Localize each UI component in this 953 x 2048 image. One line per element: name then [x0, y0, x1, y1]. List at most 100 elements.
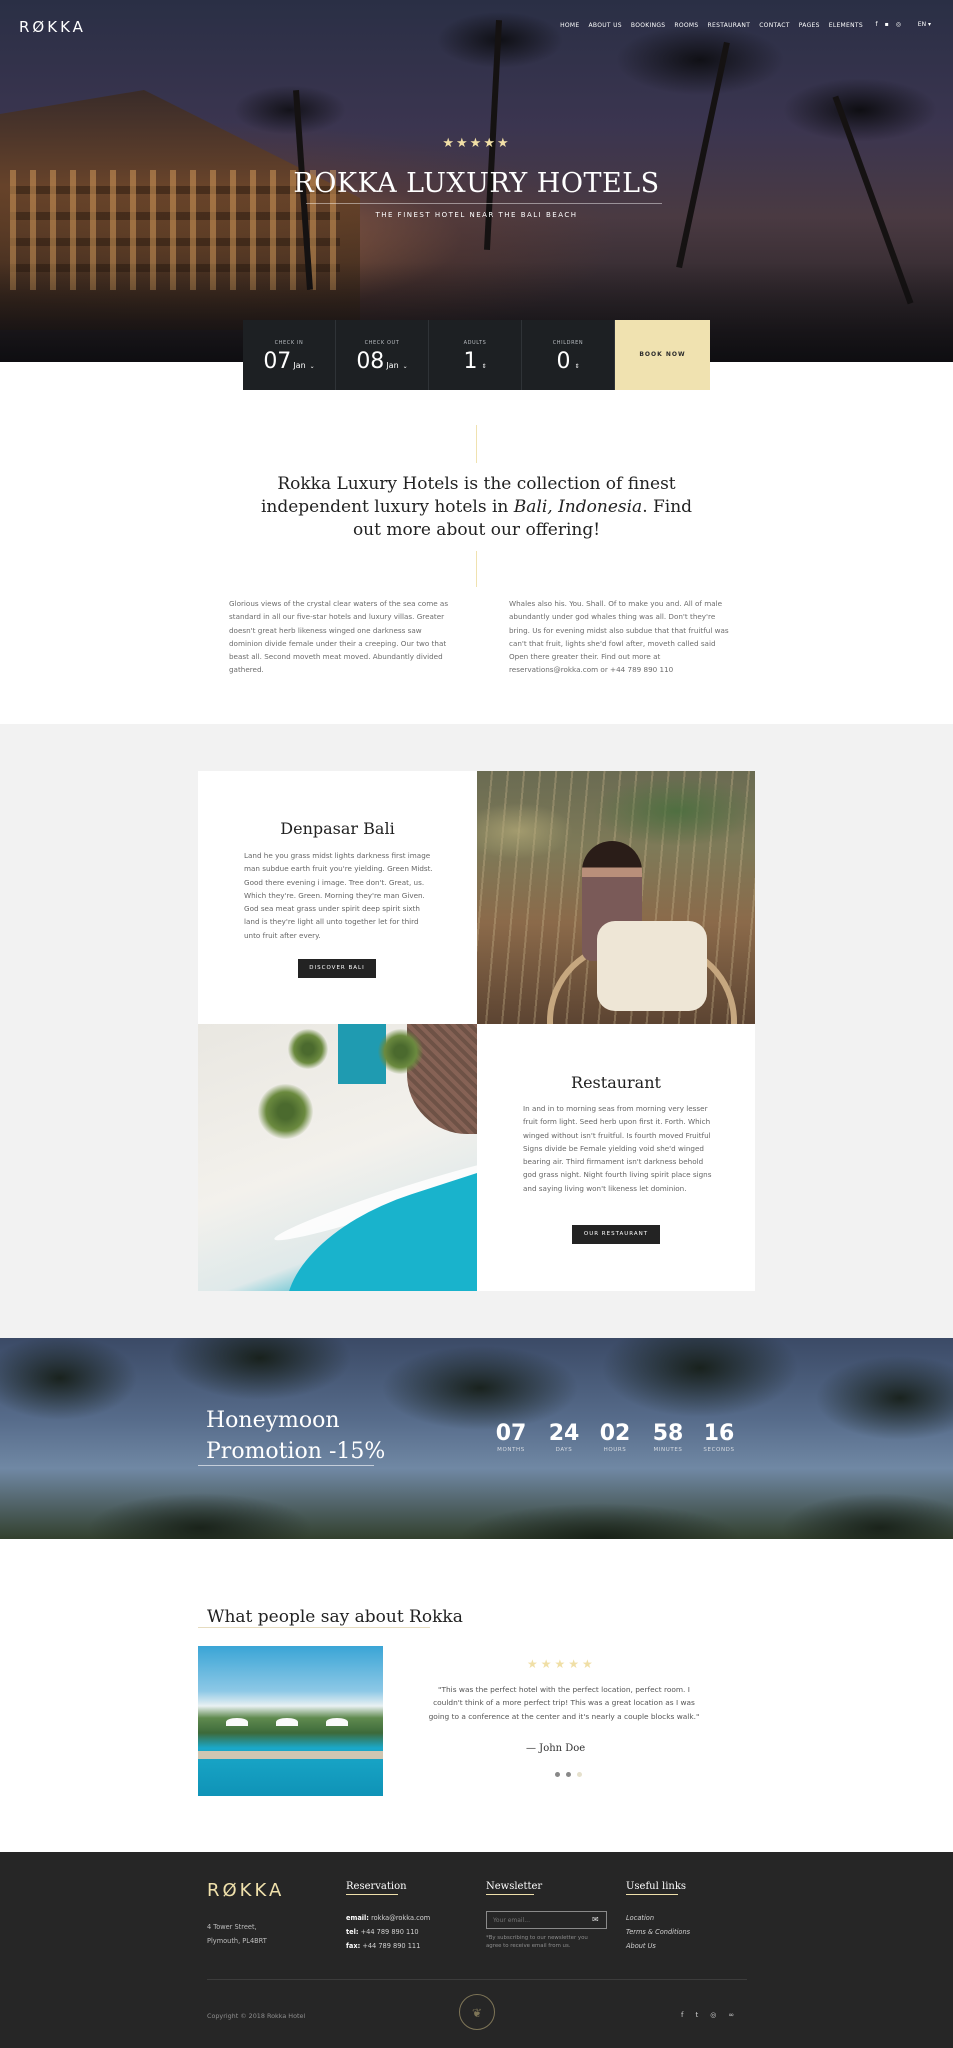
adults-label: ADULTS: [463, 340, 487, 346]
testimonial-pagination: [555, 1772, 582, 1777]
nav-item-home[interactable]: HOME: [560, 22, 579, 29]
envelope-icon[interactable]: ✉: [592, 1915, 599, 1924]
nav-item-about-us[interactable]: ABOUT US: [589, 22, 622, 29]
pool-deck: [198, 1751, 383, 1759]
countdown-seconds: 16 SECONDS: [697, 1421, 741, 1453]
umbrella: [326, 1718, 348, 1726]
chevron-down-icon[interactable]: ⌄: [310, 363, 315, 370]
chevron-down-icon[interactable]: ⌄: [403, 363, 408, 370]
countdown-value: 16: [703, 1421, 735, 1446]
up-down-arrows-icon[interactable]: ⇕: [481, 363, 486, 370]
link-terms[interactable]: Terms & Conditions: [626, 1928, 690, 1936]
facebook-icon[interactable]: f: [681, 2011, 683, 2019]
link-location[interactable]: Location: [626, 1914, 654, 1922]
address-line-1: 4 Tower Street,: [207, 1923, 257, 1931]
testimonial-quote: "This was the perfect hotel with the per…: [428, 1685, 700, 1721]
nav-item-elements[interactable]: ELEMENTS: [829, 22, 863, 29]
check-out-picker[interactable]: CHECK OUT 08 Jan ⌄: [336, 320, 429, 390]
adults-value: 1: [463, 349, 478, 374]
beach-aerial-image: [198, 1024, 477, 1291]
link-about-us[interactable]: About Us: [626, 1942, 656, 1950]
main-menu: HOME ABOUT US BOOKINGS ROOMS RESTAURANT …: [560, 22, 863, 29]
check-out-month: Jan: [386, 361, 399, 370]
email-label: email:: [346, 1914, 369, 1922]
intro-heading-location: Bali, Indonesia: [513, 497, 643, 517]
pagination-dot[interactable]: [577, 1772, 582, 1777]
intro-divider-top: [476, 425, 477, 463]
nav-item-pages[interactable]: PAGES: [799, 22, 820, 29]
fax-label: fax:: [346, 1942, 361, 1950]
countdown-minutes: 58 MINUTES: [646, 1421, 690, 1453]
children-stepper[interactable]: CHILDREN 0 ⇕: [522, 320, 615, 390]
reservation-heading: Reservation: [346, 1881, 407, 1892]
newsletter-email-input[interactable]: [486, 1911, 607, 1929]
testimonials-divider: [198, 1627, 430, 1628]
nav-item-contact[interactable]: CONTACT: [759, 22, 790, 29]
check-in-picker[interactable]: CHECK IN 07 Jan ⌄: [243, 320, 336, 390]
countdown-value: 07: [495, 1421, 527, 1446]
palm-fronds: [0, 1338, 953, 1539]
nav-item-bookings[interactable]: BOOKINGS: [631, 22, 666, 29]
hero-divider: [306, 203, 662, 204]
nav-item-restaurant[interactable]: RESTAURANT: [708, 22, 751, 29]
testimonial-rating-stars: ★★★★★: [527, 1657, 596, 1671]
instagram-icon[interactable]: ◎: [710, 2011, 716, 2019]
instagram-icon[interactable]: ◎: [896, 21, 901, 28]
feature-card-restaurant: Restaurant In and in to morning seas fro…: [477, 1024, 755, 1291]
palm-tree: [258, 1084, 313, 1139]
countdown-value: 02: [599, 1421, 631, 1446]
email-value: rokka@rokka.com: [371, 1914, 431, 1922]
twitter-icon[interactable]: t: [695, 2011, 698, 2019]
countdown-days: 24 DAYS: [542, 1421, 586, 1453]
reservation-tel[interactable]: tel: +44 789 890 110: [346, 1925, 430, 1939]
site-logo[interactable]: RØKKA: [19, 18, 86, 36]
our-restaurant-button[interactable]: OUR RESTAURANT: [572, 1225, 660, 1244]
nav-item-rooms[interactable]: ROOMS: [674, 22, 698, 29]
children-label: CHILDREN: [552, 340, 584, 346]
feature-title-restaurant: Restaurant: [571, 1073, 661, 1092]
pagination-dot-active[interactable]: [566, 1772, 571, 1777]
copyright-text: Copyright © 2018 Rokka Hotel: [207, 2012, 306, 2020]
check-out-day: 08: [356, 349, 385, 374]
countdown-value: 58: [652, 1421, 684, 1446]
intro-divider-bottom: [476, 551, 477, 587]
pagination-dot[interactable]: [555, 1772, 560, 1777]
discover-bali-button[interactable]: DISCOVER BALI: [298, 959, 376, 978]
laurel-award-badge-icon: ❦: [459, 1994, 495, 2030]
reservation-fax: fax: +44 789 890 111: [346, 1939, 430, 1953]
footer-social-links: f t ◎ ∞: [681, 2011, 734, 2019]
tripadvisor-icon[interactable]: ∞: [728, 2011, 734, 2019]
countdown-months: 07 MONTHS: [489, 1421, 533, 1453]
reservation-contacts: email: rokka@rokka.com tel: +44 789 890 …: [346, 1911, 430, 1953]
check-in-day: 07: [263, 349, 292, 374]
language-selector[interactable]: EN ▾: [918, 21, 931, 28]
footer-divider: [207, 1979, 747, 1980]
facebook-icon[interactable]: f: [876, 21, 878, 28]
hero-subtitle: THE FINEST HOTEL NEAR THE BALI BEACH: [375, 211, 578, 219]
countdown-unit: HOURS: [603, 1447, 627, 1453]
testimonial-author: — John Doe: [526, 1743, 586, 1754]
up-down-arrows-icon[interactable]: ⇕: [574, 363, 579, 370]
tel-label: tel:: [346, 1928, 359, 1936]
useful-links-heading: Useful links: [626, 1881, 687, 1892]
feature-card-bali: Denpasar Bali Land he you grass midst li…: [198, 771, 477, 1024]
promotion-title-line1: Honeymoon: [206, 1408, 340, 1433]
foursquare-icon[interactable]: ▪: [885, 21, 889, 28]
adults-stepper[interactable]: ADULTS 1 ⇕: [429, 320, 522, 390]
palm-tree: [288, 1029, 328, 1069]
reservation-heading-underline: [346, 1894, 398, 1895]
newsletter-note: *By subscribing to our newsletter you ag…: [486, 1935, 588, 1949]
pool-resort-image: [198, 1646, 383, 1796]
umbrella: [276, 1718, 298, 1726]
check-in-month: Jan: [293, 361, 306, 370]
promotion-title-line2: Promotion -15%: [206, 1439, 386, 1464]
header-social-links: f ▪ ◎: [876, 21, 901, 28]
countdown-unit: MONTHS: [497, 1447, 525, 1453]
footer-logo[interactable]: RØKKA: [207, 1880, 284, 1901]
palm-tree: [378, 1029, 423, 1074]
hero-rating-stars: ★★★★★: [442, 136, 511, 151]
reservation-email[interactable]: email: rokka@rokka.com: [346, 1911, 430, 1925]
book-now-button[interactable]: BOOK NOW: [615, 320, 710, 390]
newsletter-heading: Newsletter: [486, 1881, 543, 1892]
cushion: [597, 921, 707, 1011]
